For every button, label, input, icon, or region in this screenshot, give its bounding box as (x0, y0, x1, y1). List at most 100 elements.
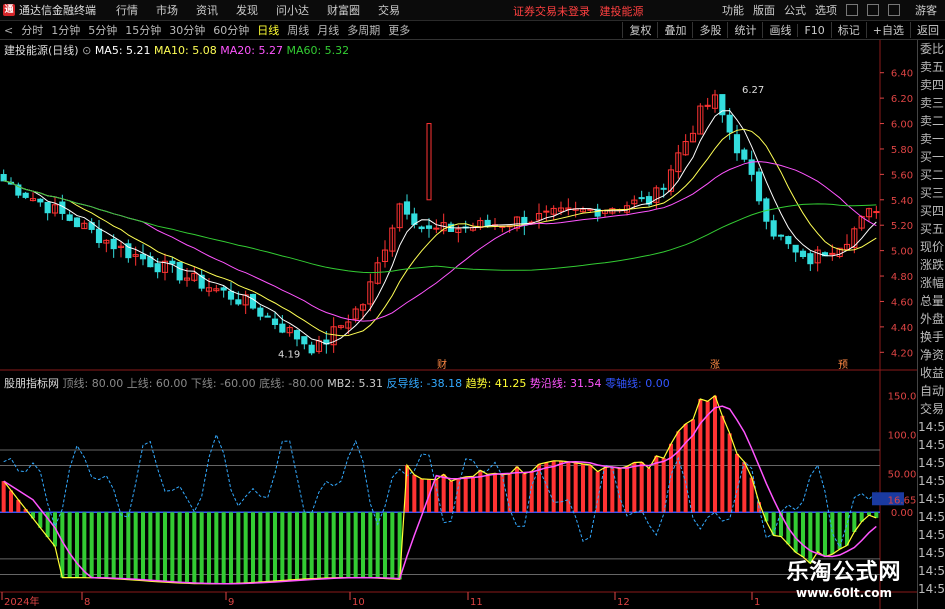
title-bar: 通 通达信金融终端 行情 市场 资讯 发现 问小达 财富圈 交易 证券交易未登录… (0, 0, 945, 21)
period-60min[interactable]: 60分钟 (209, 22, 253, 38)
period-15min[interactable]: 15分钟 (121, 22, 165, 38)
candle-body (95, 228, 103, 244)
tool-stats[interactable]: 统计 (727, 22, 762, 38)
low-price-label: 4.19 (278, 350, 300, 361)
ytick-label: 5.20 (891, 221, 913, 232)
ytick-label: 5.40 (891, 196, 913, 207)
candle-body (418, 226, 425, 230)
menu-trade[interactable]: 交易 (378, 2, 400, 18)
candle-body (792, 244, 799, 253)
ma-line (3, 110, 877, 345)
side-label: 14:56 (918, 510, 945, 524)
candle-body (726, 114, 733, 133)
period-5min[interactable]: 5分钟 (84, 22, 121, 38)
menu-options[interactable]: 选项 (815, 2, 837, 18)
period-multi[interactable]: 多周期 (343, 22, 384, 38)
ma-legend-item: MA5: 5.21 (94, 44, 155, 57)
side-label: 总量 (919, 294, 944, 308)
xtick-label: 9 (228, 597, 234, 608)
side-label: 14:56 (918, 492, 945, 506)
xtick-label: 10 (352, 597, 365, 608)
side-label: 外盘 (919, 312, 944, 326)
side-label: 14:56 (918, 528, 945, 542)
candle-body (403, 201, 411, 215)
candle-body (176, 261, 183, 281)
ytick-label: 6.40 (891, 69, 913, 80)
tool-return[interactable]: 返回 (910, 22, 945, 38)
ytick-label: 5.60 (891, 170, 913, 181)
period-timeshare[interactable]: 分时 (17, 22, 47, 38)
indicator-param: 反导线: -38.18 (386, 377, 466, 390)
candle-body (733, 134, 741, 154)
ytick-label: 4.40 (891, 323, 913, 334)
menu-guest[interactable]: 游客 (915, 2, 937, 18)
period-weekly[interactable]: 周线 (283, 22, 313, 38)
ma-legend-item: MA20: 5.27 (220, 44, 287, 57)
tool-draw[interactable]: 画线 (762, 22, 797, 38)
ytick-label: 5.80 (891, 145, 913, 156)
back-arrow-icon[interactable]: < (4, 24, 13, 37)
period-monthly[interactable]: 月线 (313, 22, 343, 38)
menu-formula[interactable]: 公式 (784, 2, 806, 18)
period-daily[interactable]: 日线 (253, 22, 283, 38)
indicator-param: 下线: -60.00 (190, 377, 260, 390)
app-logo: 通 通达信金融终端 (0, 2, 102, 18)
candle-body (785, 236, 792, 245)
ma-legend-item: MA10: 5.08 (154, 44, 221, 57)
candle-body (279, 323, 286, 333)
menu-wealth[interactable]: 财富圈 (327, 2, 360, 18)
menu-ask[interactable]: 问小达 (276, 2, 309, 18)
xtick-label: 2024年 (4, 595, 39, 608)
tool-f10[interactable]: F10 (797, 23, 830, 37)
ma-legend: MA5: 5.21 MA10: 5.08 MA20: 5.27 MA60: 5.… (95, 44, 349, 57)
candle-body (433, 227, 440, 230)
side-label: 自动 (919, 384, 944, 398)
side-label: 卖二 (919, 114, 944, 128)
maximize-icon[interactable] (867, 4, 879, 16)
side-label: 现价 (919, 240, 944, 254)
tool-multistock[interactable]: 多股 (692, 22, 727, 38)
side-label: 卖四 (919, 78, 944, 92)
app-title: 通达信金融终端 (19, 4, 96, 17)
ma-dropdown-icon[interactable]: ⊙ (82, 44, 91, 57)
side-label: 交易 (919, 402, 944, 416)
menu-quotes[interactable]: 行情 (116, 2, 138, 18)
candle-body (777, 234, 785, 237)
period-1min[interactable]: 1分钟 (47, 22, 84, 38)
candle-body (660, 187, 667, 190)
minimize-icon[interactable] (846, 4, 858, 16)
candle-body (110, 238, 117, 250)
tool-mark[interactable]: 标记 (830, 22, 866, 38)
close-icon[interactable] (888, 4, 900, 16)
candle-body (66, 214, 73, 221)
period-30min[interactable]: 30分钟 (165, 22, 209, 38)
candle-body (257, 307, 264, 317)
kline-chart[interactable]: 6.40 6.20 6.00 5.80 5.60 5.40 5.20 5.00 4.80 4.60… (0, 40, 917, 609)
candle-body (873, 211, 880, 214)
candle-body (220, 287, 227, 291)
side-label: 净资 (919, 348, 944, 362)
candle-body (0, 174, 7, 182)
tool-add-watchlist[interactable]: +自选 (865, 22, 910, 38)
menu-news[interactable]: 资讯 (196, 2, 218, 18)
event-marker: 涨 (710, 359, 720, 371)
sub-ytick-label: 16.65 (888, 495, 917, 506)
login-notice[interactable]: 证券交易未登录 建投能源 (513, 3, 644, 19)
period-more[interactable]: 更多 (384, 22, 414, 38)
xtick-label: 12 (617, 597, 630, 608)
candle-body (770, 220, 777, 237)
side-label: 买三 (919, 186, 944, 200)
menu-market[interactable]: 市场 (156, 2, 178, 18)
tool-fuquan[interactable]: 复权 (622, 22, 657, 38)
menu-layout[interactable]: 版面 (753, 2, 775, 18)
side-label: 涨跌 (919, 258, 944, 272)
indicator-param: 顶线: 80.00 (62, 377, 127, 390)
ytick-label: 6.20 (891, 94, 913, 105)
period-toolbar: < 分时 1分钟 5分钟 15分钟 30分钟 60分钟 日线 周线 月线 多周期… (0, 21, 945, 40)
menu-discover[interactable]: 发现 (236, 2, 258, 18)
tool-overlay[interactable]: 叠加 (657, 22, 692, 38)
xtick-label: 11 (470, 597, 483, 608)
watermark-url: www.60lt.com (795, 586, 893, 600)
menu-function[interactable]: 功能 (722, 2, 744, 18)
indicator-param: MB2: 5.31 (327, 377, 387, 390)
